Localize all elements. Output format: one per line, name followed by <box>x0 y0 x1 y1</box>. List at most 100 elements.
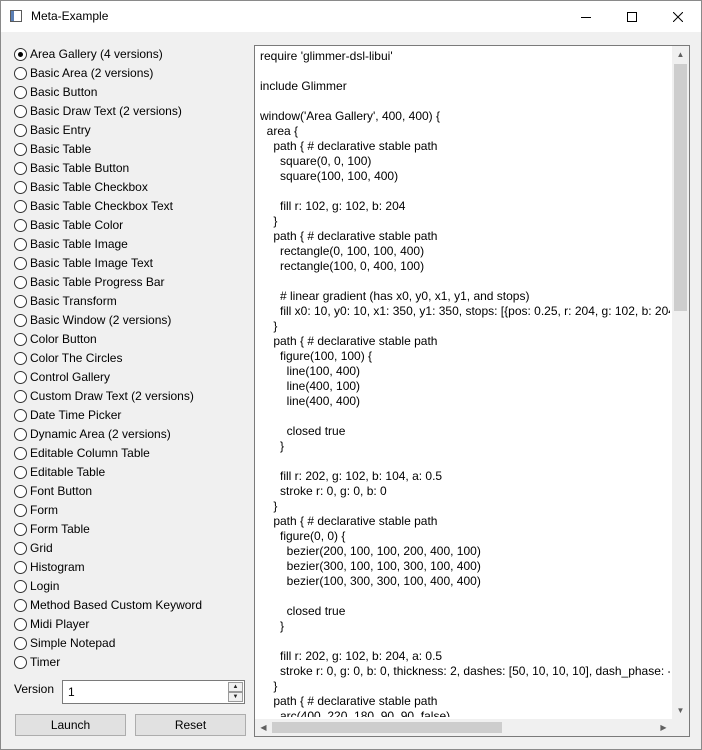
radio-unchecked-icon[interactable] <box>14 618 27 631</box>
scroll-left-icon[interactable]: ◀ <box>255 719 272 736</box>
scroll-right-icon[interactable]: ▶ <box>655 719 672 736</box>
vertical-scrollbar[interactable]: ▲ ▼ <box>672 46 689 719</box>
example-radio-label[interactable]: Grid <box>30 541 53 555</box>
example-radio-label[interactable]: Basic Button <box>30 85 97 99</box>
example-radio-label[interactable]: Area Gallery (4 versions) <box>30 47 163 61</box>
radio-unchecked-icon[interactable] <box>14 333 27 346</box>
spin-up-arrow-icon[interactable]: ▲ <box>228 682 243 692</box>
example-radio-label[interactable]: Basic Entry <box>30 123 91 137</box>
example-radio-item[interactable]: Basic Table Image <box>14 235 244 254</box>
radio-unchecked-icon[interactable] <box>14 656 27 669</box>
scroll-down-icon[interactable]: ▼ <box>672 702 689 719</box>
example-radio-label[interactable]: Basic Transform <box>30 294 117 308</box>
example-radio-item[interactable]: Grid <box>14 539 244 558</box>
example-radio-label[interactable]: Simple Notepad <box>30 636 115 650</box>
radio-unchecked-icon[interactable] <box>14 257 27 270</box>
radio-unchecked-icon[interactable] <box>14 67 27 80</box>
example-radio-item[interactable]: Editable Table <box>14 463 244 482</box>
example-radio-label[interactable]: Form <box>30 503 58 517</box>
code-content[interactable]: require 'glimmer-dsl-libui' include Glimm… <box>260 49 670 717</box>
example-radio-item[interactable]: Font Button <box>14 482 244 501</box>
example-radio-label[interactable]: Basic Table Image Text <box>30 256 153 270</box>
version-value[interactable]: 1 <box>68 685 75 699</box>
example-radio-item[interactable]: Color The Circles <box>14 349 244 368</box>
radio-unchecked-icon[interactable] <box>14 466 27 479</box>
example-radio-item[interactable]: Basic Table <box>14 140 244 159</box>
example-radio-label[interactable]: Color The Circles <box>30 351 122 365</box>
example-radio-label[interactable]: Midi Player <box>30 617 89 631</box>
launch-button[interactable]: Launch <box>15 714 126 736</box>
example-radio-label[interactable]: Histogram <box>30 560 85 574</box>
radio-unchecked-icon[interactable] <box>14 219 27 232</box>
radio-unchecked-icon[interactable] <box>14 409 27 422</box>
example-radio-label[interactable]: Login <box>30 579 59 593</box>
example-radio-label[interactable]: Editable Table <box>30 465 105 479</box>
example-radio-label[interactable]: Editable Column Table <box>30 446 150 460</box>
version-spinbox[interactable]: 1 ▲ ▼ <box>62 680 245 704</box>
example-radio-item[interactable]: Dynamic Area (2 versions) <box>14 425 244 444</box>
example-radio-item[interactable]: Form <box>14 501 244 520</box>
example-radio-item[interactable]: Basic Transform <box>14 292 244 311</box>
example-radio-label[interactable]: Custom Draw Text (2 versions) <box>30 389 194 403</box>
radio-unchecked-icon[interactable] <box>14 428 27 441</box>
radio-unchecked-icon[interactable] <box>14 181 27 194</box>
example-radio-label[interactable]: Color Button <box>30 332 97 346</box>
example-radio-item[interactable]: Basic Button <box>14 83 244 102</box>
example-radio-item[interactable]: Basic Table Checkbox <box>14 178 244 197</box>
example-radio-item[interactable]: Basic Table Color <box>14 216 244 235</box>
example-radio-label[interactable]: Form Table <box>30 522 90 536</box>
vertical-scroll-thumb[interactable] <box>674 64 687 311</box>
code-text-area[interactable]: require 'glimmer-dsl-libui' include Glimm… <box>254 45 690 737</box>
example-radio-label[interactable]: Basic Table Checkbox <box>30 180 148 194</box>
example-radio-item[interactable]: Basic Draw Text (2 versions) <box>14 102 244 121</box>
example-radio-label[interactable]: Basic Window (2 versions) <box>30 313 171 327</box>
radio-unchecked-icon[interactable] <box>14 238 27 251</box>
example-radio-item[interactable]: Login <box>14 577 244 596</box>
radio-unchecked-icon[interactable] <box>14 162 27 175</box>
example-radio-item[interactable]: Basic Table Checkbox Text <box>14 197 244 216</box>
radio-unchecked-icon[interactable] <box>14 485 27 498</box>
example-radio-item[interactable]: Custom Draw Text (2 versions) <box>14 387 244 406</box>
scroll-up-icon[interactable]: ▲ <box>672 46 689 63</box>
title-bar[interactable]: Meta-Example <box>1 1 701 32</box>
example-radio-label[interactable]: Basic Draw Text (2 versions) <box>30 104 182 118</box>
radio-unchecked-icon[interactable] <box>14 352 27 365</box>
radio-unchecked-icon[interactable] <box>14 143 27 156</box>
example-radio-label[interactable]: Basic Table Color <box>30 218 123 232</box>
radio-unchecked-icon[interactable] <box>14 580 27 593</box>
radio-unchecked-icon[interactable] <box>14 200 27 213</box>
reset-button[interactable]: Reset <box>135 714 246 736</box>
radio-unchecked-icon[interactable] <box>14 599 27 612</box>
example-radio-label[interactable]: Basic Table Progress Bar <box>30 275 165 289</box>
minimize-button[interactable] <box>563 1 609 32</box>
radio-unchecked-icon[interactable] <box>14 276 27 289</box>
example-radio-item[interactable]: Basic Table Image Text <box>14 254 244 273</box>
radio-unchecked-icon[interactable] <box>14 637 27 650</box>
example-radio-label[interactable]: Method Based Custom Keyword <box>30 598 202 612</box>
example-radio-label[interactable]: Dynamic Area (2 versions) <box>30 427 171 441</box>
example-radio-item[interactable]: Midi Player <box>14 615 244 634</box>
example-radio-item[interactable]: Form Table <box>14 520 244 539</box>
radio-unchecked-icon[interactable] <box>14 542 27 555</box>
horizontal-scroll-thumb[interactable] <box>272 722 502 733</box>
example-radio-label[interactable]: Basic Table Checkbox Text <box>30 199 173 213</box>
radio-unchecked-icon[interactable] <box>14 371 27 384</box>
radio-unchecked-icon[interactable] <box>14 86 27 99</box>
example-radio-item[interactable]: Area Gallery (4 versions) <box>14 45 244 64</box>
example-radio-item[interactable]: Method Based Custom Keyword <box>14 596 244 615</box>
example-radio-label[interactable]: Basic Table <box>30 142 91 156</box>
radio-unchecked-icon[interactable] <box>14 447 27 460</box>
example-radio-item[interactable]: Date Time Picker <box>14 406 244 425</box>
radio-unchecked-icon[interactable] <box>14 561 27 574</box>
radio-unchecked-icon[interactable] <box>14 314 27 327</box>
example-radio-item[interactable]: Editable Column Table <box>14 444 244 463</box>
example-radio-label[interactable]: Basic Table Image <box>30 237 128 251</box>
example-radio-item[interactable]: Timer <box>14 653 244 672</box>
example-radio-item[interactable]: Color Button <box>14 330 244 349</box>
example-radio-label[interactable]: Timer <box>30 655 60 669</box>
example-radio-item[interactable]: Control Gallery <box>14 368 244 387</box>
horizontal-scrollbar[interactable]: ◀ ▶ <box>255 719 672 736</box>
example-radio-label[interactable]: Basic Area (2 versions) <box>30 66 153 80</box>
radio-unchecked-icon[interactable] <box>14 124 27 137</box>
example-radio-label[interactable]: Date Time Picker <box>30 408 121 422</box>
